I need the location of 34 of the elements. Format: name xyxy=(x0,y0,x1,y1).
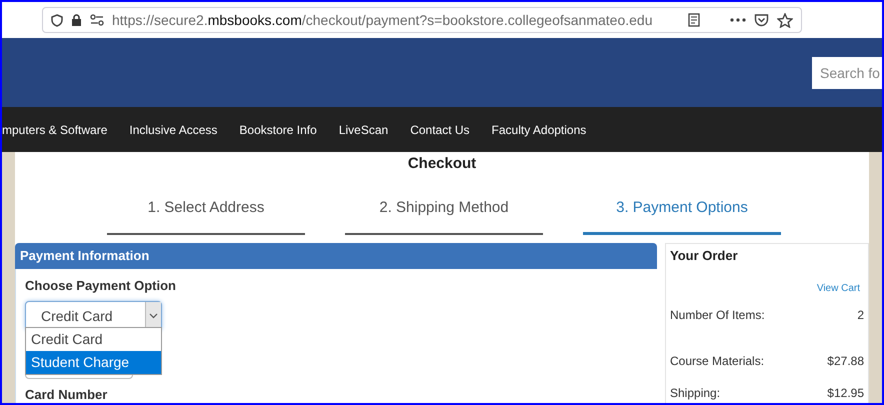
order-value: 2 xyxy=(857,307,864,324)
pocket-icon[interactable] xyxy=(754,13,769,27)
permissions-icon xyxy=(90,14,104,26)
url-text: https://secure2.mbsbooks.com/checkout/payment?s=bookstore.collegeofsanmateo.edu xyxy=(112,10,652,30)
select-value: Credit Card xyxy=(40,306,114,326)
nav-link[interactable]: Bookstore Info xyxy=(239,120,317,138)
order-value: $12.95 xyxy=(827,385,864,402)
search-field[interactable]: Search fo xyxy=(812,56,882,88)
nav-link[interactable]: mputers & Software xyxy=(2,120,108,138)
order-label: Course Materials: xyxy=(670,353,764,370)
chevron-down-icon xyxy=(149,313,158,319)
nav-link[interactable]: LiveScan xyxy=(338,120,388,138)
page-title: Checkout xyxy=(406,154,478,172)
nav-link[interactable]: Contact Us xyxy=(410,120,470,138)
star-icon[interactable] xyxy=(777,12,793,28)
address-bar[interactable]: https://secure2.mbsbooks.com/checkout/payment?s=bookstore.collegeofsanmateo.edu xyxy=(42,7,802,33)
order-label: Shipping: xyxy=(670,385,720,402)
order-value: $27.88 xyxy=(827,353,864,370)
order-label: Number Of Items: xyxy=(670,307,765,324)
lock-icon xyxy=(71,14,82,26)
field-label: Choose Payment Option xyxy=(25,276,177,295)
panel-header: Payment Information xyxy=(15,242,657,268)
reader-view-icon[interactable] xyxy=(688,13,700,27)
step-tab[interactable]: 2. Shipping Method xyxy=(345,197,543,234)
step-tab[interactable]: 1. Select Address xyxy=(107,197,305,234)
view-cart-link[interactable]: View Cart xyxy=(816,281,864,296)
more-icon[interactable] xyxy=(730,18,746,22)
nav-link[interactable]: Inclusive Access xyxy=(129,120,218,138)
nav-link[interactable]: Faculty Adoptions xyxy=(492,120,586,138)
field-label: Card Number xyxy=(25,386,108,403)
shield-icon xyxy=(51,14,63,26)
order-title: Your Order xyxy=(670,246,739,264)
step-tab[interactable]: 3. Payment Options xyxy=(583,197,781,234)
dropdown-option[interactable]: Student Charge xyxy=(26,350,161,374)
